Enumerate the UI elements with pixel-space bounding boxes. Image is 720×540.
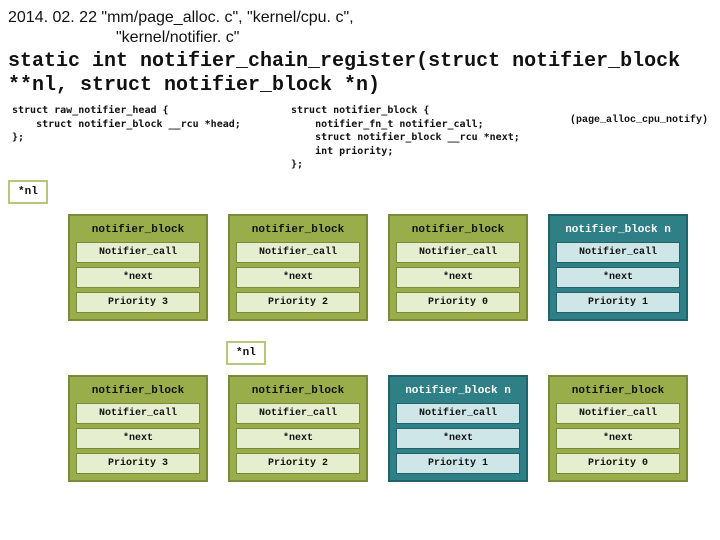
field-notifier-call: Notifier_call bbox=[236, 403, 360, 424]
list-after: notifier_blockNotifier_call*nextPriority… bbox=[8, 375, 712, 482]
field-notifier-call: Notifier_call bbox=[236, 242, 360, 263]
list-before: notifier_blockNotifier_call*nextPriority… bbox=[8, 214, 712, 321]
field-notifier-call: Notifier_call bbox=[556, 403, 680, 424]
block-title: notifier_block bbox=[236, 383, 360, 403]
block-title: notifier_block bbox=[396, 222, 520, 242]
field-next: *next bbox=[396, 428, 520, 449]
code-notifier-block: struct notifier_block { notifier_fn_t no… bbox=[291, 104, 570, 172]
struct-definitions: struct raw_notifier_head { struct notifi… bbox=[8, 104, 712, 172]
block-title: notifier_block bbox=[76, 383, 200, 403]
title-line1: 2014. 02. 22 "mm/page_alloc. c", "kernel… bbox=[8, 8, 712, 28]
field-next: *next bbox=[236, 428, 360, 449]
field-notifier-call: Notifier_call bbox=[396, 242, 520, 263]
field-notifier-call: Notifier_call bbox=[556, 242, 680, 263]
notifier-block: notifier_blockNotifier_call *next Priority… bbox=[228, 214, 368, 321]
field-priority: Priority 0 bbox=[396, 292, 520, 313]
notifier-block: notifier_block nNotifier_call *next Priori… bbox=[548, 214, 688, 321]
field-next: *next bbox=[76, 267, 200, 288]
field-priority: Priority 0 bbox=[556, 453, 680, 474]
code-annotation: (page_alloc_cpu_notify) bbox=[570, 104, 712, 128]
notifier-block: notifier_blockNotifier_call *next Priority… bbox=[388, 214, 528, 321]
field-next: *next bbox=[236, 267, 360, 288]
field-priority: Priority 1 bbox=[396, 453, 520, 474]
block-title: notifier_block bbox=[236, 222, 360, 242]
nl-pointer-badge-1: *nl bbox=[8, 180, 48, 204]
notifier-block: notifier_blockNotifier_call *next Priority… bbox=[228, 375, 368, 482]
block-title: notifier_block bbox=[76, 222, 200, 242]
field-priority: Priority 2 bbox=[236, 292, 360, 313]
notifier-block: notifier_blockNotifier_call *next Priority… bbox=[548, 375, 688, 482]
field-next: *next bbox=[556, 267, 680, 288]
code-raw-notifier-head: struct raw_notifier_head { struct notifi… bbox=[8, 104, 291, 145]
field-notifier-call: Notifier_call bbox=[76, 242, 200, 263]
field-next: *next bbox=[556, 428, 680, 449]
function-signature: static int notifier_chain_register(struc… bbox=[8, 50, 712, 98]
block-title: notifier_block n bbox=[396, 383, 520, 403]
field-priority: Priority 1 bbox=[556, 292, 680, 313]
field-notifier-call: Notifier_call bbox=[76, 403, 200, 424]
title-line2: "kernel/notifier. c" bbox=[8, 28, 712, 48]
field-next: *next bbox=[396, 267, 520, 288]
block-title: notifier_block n bbox=[556, 222, 680, 242]
field-notifier-call: Notifier_call bbox=[396, 403, 520, 424]
notifier-block: notifier_block nNotifier_call *next Priori… bbox=[388, 375, 528, 482]
field-priority: Priority 2 bbox=[236, 453, 360, 474]
field-next: *next bbox=[76, 428, 200, 449]
notifier-block: notifier_blockNotifier_call *next Priority… bbox=[68, 375, 208, 482]
block-title: notifier_block bbox=[556, 383, 680, 403]
nl-pointer-badge-2: *nl bbox=[226, 341, 266, 365]
field-priority: Priority 3 bbox=[76, 292, 200, 313]
field-priority: Priority 3 bbox=[76, 453, 200, 474]
notifier-block: notifier_blockNotifier_call *next Priority… bbox=[68, 214, 208, 321]
